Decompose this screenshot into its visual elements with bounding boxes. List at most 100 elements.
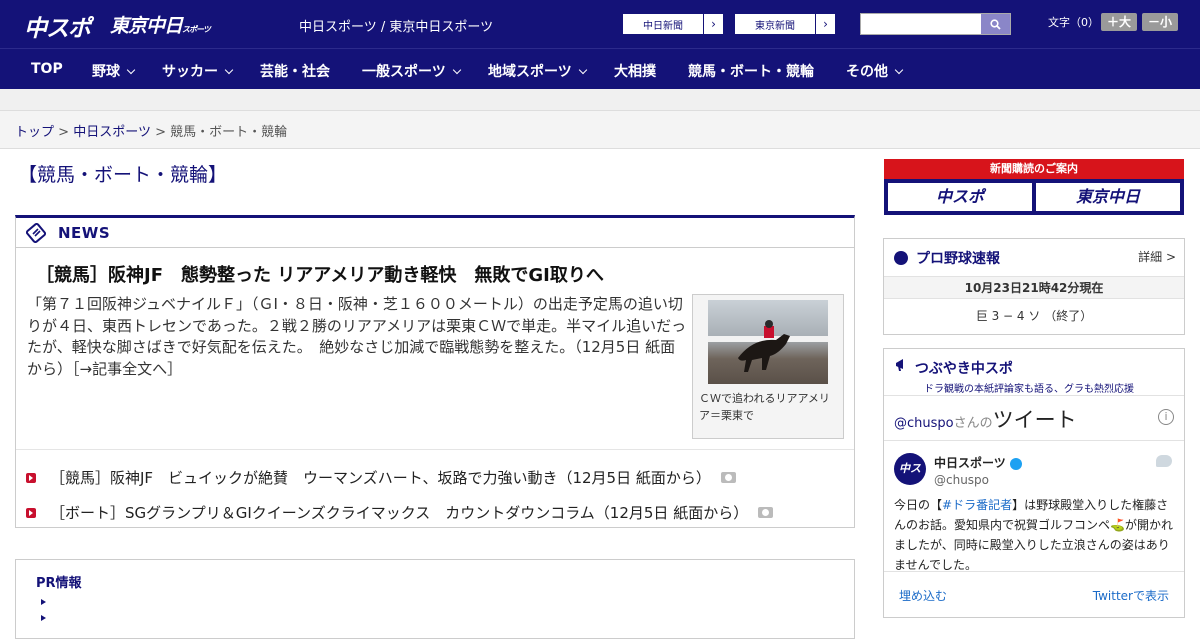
tweets-by-header: @chuspoさんのツイート i [884, 395, 1184, 441]
nav-general-sports[interactable]: 一般スポーツ [362, 61, 461, 81]
camera-icon [720, 472, 736, 483]
nav-sumo[interactable]: 大相撲 [614, 61, 656, 81]
chevron-down-icon [578, 65, 587, 75]
tokyo-chunichi-logo[interactable]: 東京中日スポーツ [110, 11, 211, 38]
twitter-footer: 埋め込む Twitterで表示 [884, 571, 1184, 618]
baseball-score[interactable]: 巨 3 − 4 ソ （終了） [884, 299, 1184, 333]
subscribe-tokyo-button[interactable]: 東京中日 [1036, 183, 1180, 211]
arrow-right-icon[interactable] [41, 615, 46, 621]
nav-entertainment[interactable]: 芸能・社会 [260, 61, 330, 81]
baseball-detail-link[interactable]: 詳細 > [1138, 248, 1176, 265]
camera-icon [758, 507, 774, 518]
site-name: 中日スポーツ / 東京中日スポーツ [299, 20, 494, 35]
breadcrumb-separator: > [58, 125, 70, 140]
news-item-text: ［競馬］阪神JF ビュイックが絶賛 ウーマンズハート、坂路で力強い動き（12月5… [50, 469, 711, 487]
horse-photo [708, 300, 828, 384]
search-icon [990, 18, 1001, 30]
megaphone-icon [896, 359, 903, 371]
play-bullet-icon [26, 507, 36, 518]
breadcrumb: トップ > 中日スポーツ > 競馬・ボート・競輪 [0, 111, 1200, 149]
breadcrumb-current: 競馬・ボート・競輪 [170, 125, 288, 140]
tweet-text-pre: 今日の【 [894, 498, 943, 512]
chuspo-logo[interactable]: 中スポ [24, 9, 91, 43]
nav-label: 一般スポーツ [362, 64, 446, 80]
news-label: NEWS [58, 223, 111, 242]
chevron-down-icon [894, 65, 904, 75]
nav-other[interactable]: その他 [846, 61, 904, 81]
twitter-header: つぶやき中スポ ドラ観戦の本紙評論家も語る、グラも熱烈応援 [884, 349, 1184, 395]
baseball-score-box: プロ野球速報 詳細 > 10月23日21時42分現在 巨 3 − 4 ソ （終了… [883, 238, 1185, 335]
nav-label: その他 [846, 64, 888, 80]
news-list-item[interactable]: ［ボート］SGグランプリ＆GIクイーンズクライマックス カウントダウンコラム（1… [26, 502, 774, 523]
verified-icon [1009, 457, 1022, 470]
chevron-right-icon: › [703, 14, 723, 34]
subscription-banner[interactable]: 新聞購読のご案内 中スポ 東京中日 [884, 159, 1184, 215]
nav-keiba[interactable]: 競馬・ボート・競輪 [688, 61, 814, 81]
view-on-twitter-link[interactable]: Twitterで表示 [1093, 587, 1169, 604]
tweets-handle-link[interactable]: @chuspo [894, 416, 954, 431]
breadcrumb-top-link[interactable]: トップ [15, 125, 54, 140]
news-list-item[interactable]: ［競馬］阪神JF ビュイックが絶賛 ウーマンズハート、坂路で力強い動き（12月5… [26, 467, 736, 488]
hashtag-link[interactable]: #ドラ番記者 [942, 498, 1012, 512]
info-icon[interactable]: i [1158, 409, 1174, 425]
tweet-account-handle[interactable]: @chuspo [934, 473, 989, 487]
main-nav: TOP 野球 サッカー 芸能・社会 一般スポーツ 地域スポーツ 大相撲 競馬・ボ… [0, 48, 1200, 89]
twitter-subtitle: ドラ観戦の本紙評論家も語る、グラも熱烈応援 [924, 384, 1134, 395]
pr-section: PR情報 [15, 559, 855, 639]
twitter-bird-icon[interactable] [1156, 455, 1172, 467]
tweets-handle-suffix: さんの [953, 416, 993, 431]
nav-top[interactable]: TOP [31, 61, 63, 77]
baseball-title: プロ野球速報 [916, 250, 1000, 267]
logo2-text: 東京中日 [110, 15, 183, 37]
pr-title: PR情報 [36, 576, 82, 591]
news-item-text: ［ボート］SGグランプリ＆GIクイーンズクライマックス カウントダウンコラム（1… [50, 504, 749, 522]
subnav-bar [0, 89, 1200, 111]
search-input[interactable] [860, 13, 1011, 35]
search-button[interactable] [981, 14, 1010, 34]
news-headline[interactable]: ［競馬］阪神JF 態勢整った リアアメリア動き軽快 無敗でGI取りへ [36, 261, 604, 287]
baseball-timestamp: 10月23日21時42分現在 [884, 277, 1184, 299]
tweet-account-name[interactable]: 中日スポーツ [934, 454, 1022, 471]
nav-label: 競馬・ボート・競輪 [688, 64, 814, 80]
nav-soccer[interactable]: サッカー [162, 61, 234, 81]
divider [16, 449, 854, 450]
chevron-down-icon [452, 65, 461, 75]
subscription-title: 新聞購読のご案内 [884, 159, 1184, 179]
nav-baseball[interactable]: 野球 [92, 61, 136, 81]
tweets-word: ツイート [992, 408, 1077, 432]
nav-label: 野球 [92, 64, 120, 80]
nav-label: 芸能・社会 [260, 64, 330, 80]
logo2-sub: スポーツ [182, 25, 211, 34]
nav-label: 大相撲 [614, 64, 656, 80]
baseball-header: プロ野球速報 詳細 > [884, 239, 1184, 277]
paper2-label: 東京新聞 [755, 20, 795, 32]
page-title: 【競馬・ボート・競輪】 [18, 164, 228, 186]
tweet-text: 今日の【#ドラ番記者】は野球殿堂入りした権藤さんのお話。愛知県内で祝賀ゴルフコン… [894, 495, 1176, 575]
top-header: 中スポ 東京中日スポーツ 中日スポーツ / 東京中日スポーツ 中日新聞 › 東京新… [0, 0, 1200, 48]
paper1-label: 中日新聞 [643, 20, 683, 32]
news-photo[interactable]: ＣＷで追われるリアアメリア＝栗東で [692, 294, 844, 439]
nav-label: TOP [31, 61, 63, 77]
photo-caption: ＣＷで追われるリアアメリア＝栗東で [699, 392, 830, 422]
breadcrumb-chunichi-link[interactable]: 中日スポーツ [73, 125, 151, 140]
tokyo-shimbun-button[interactable]: 東京新聞 › [734, 13, 836, 35]
play-bullet-icon [26, 472, 36, 483]
news-section: NEWS ［競馬］阪神JF 態勢整った リアアメリア動き軽快 無敗でGI取りへ … [15, 215, 855, 528]
newspaper-icon [26, 222, 46, 243]
chunichi-shimbun-button[interactable]: 中日新聞 › [622, 13, 724, 35]
account-name: 中日スポーツ [934, 456, 1006, 470]
chevron-down-icon [224, 65, 234, 75]
font-smaller-button[interactable]: －小 [1142, 13, 1179, 31]
embed-link[interactable]: 埋め込む [899, 587, 947, 604]
breadcrumb-separator: > [155, 125, 166, 140]
avatar[interactable]: 中ス [894, 453, 926, 485]
font-bigger-button[interactable]: ＋大 [1101, 13, 1138, 31]
subscribe-chuspo-button[interactable]: 中スポ [888, 183, 1032, 211]
arrow-right-icon[interactable] [41, 599, 46, 605]
twitter-title: つぶやき中スポ [914, 361, 1013, 377]
nav-label: 地域スポーツ [488, 64, 572, 80]
baseball-icon [894, 250, 908, 265]
chevron-down-icon [126, 65, 136, 75]
news-body: 「第７１回阪神ジュベナイルＦ」（ＧⅠ・８日・阪神・芝１６００メートル）の出走予定… [27, 295, 687, 378]
nav-local-sports[interactable]: 地域スポーツ [488, 61, 587, 81]
